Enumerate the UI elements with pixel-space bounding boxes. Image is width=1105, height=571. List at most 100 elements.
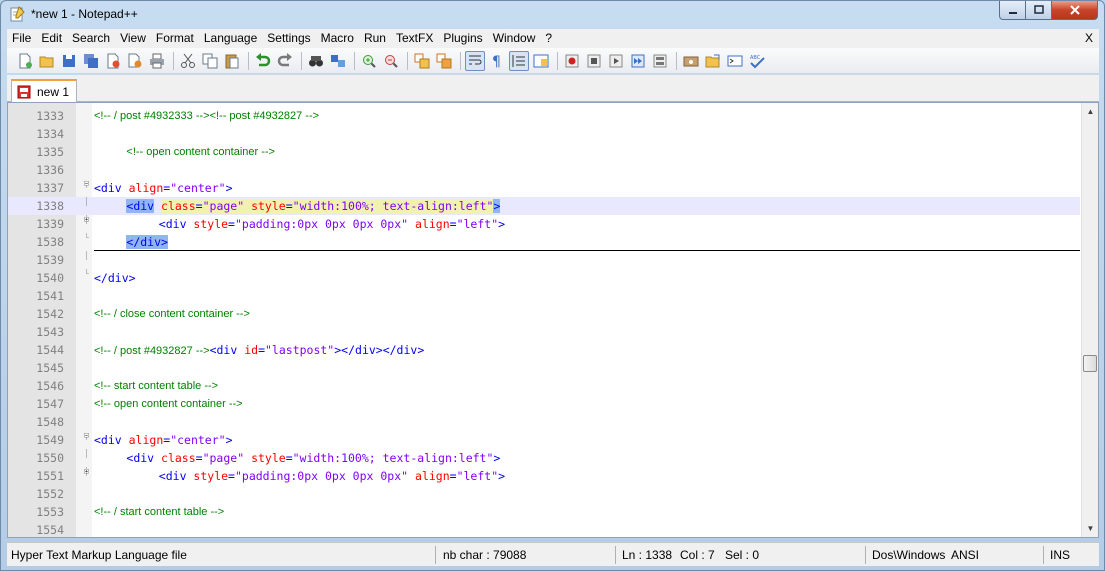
spell-check-button[interactable]: ABC [747, 51, 767, 71]
tool-button-2[interactable] [703, 51, 723, 71]
close-file-button[interactable] [103, 51, 123, 71]
code-line[interactable]: 1333 <!-- / post #4932333 --><!-- post #4… [8, 107, 1080, 125]
fold-expand-icon[interactable] [82, 467, 91, 476]
maximize-button[interactable] [1026, 1, 1052, 20]
minimize-icon [1008, 12, 1017, 14]
undo-button[interactable] [253, 51, 273, 71]
find-button[interactable] [306, 51, 326, 71]
macro-stop-button[interactable] [584, 51, 604, 71]
code-line[interactable]: 1552 [8, 485, 1080, 503]
code-line[interactable]: 1337 <div align="center"> [8, 179, 1080, 197]
zoom-in-button[interactable] [359, 51, 379, 71]
open-file-button[interactable] [37, 51, 57, 71]
document-map-button[interactable] [531, 51, 551, 71]
status-bar: Hyper Text Markup Language file nb char … [7, 542, 1099, 566]
cut-button[interactable] [178, 51, 198, 71]
zoom-out-icon [385, 54, 398, 68]
scroll-up-button[interactable]: ▲ [1082, 103, 1098, 120]
code-line[interactable]: 1334 [8, 125, 1080, 143]
indent-guide-button[interactable] [509, 50, 529, 71]
paste-button[interactable] [222, 51, 242, 71]
code-line[interactable]: 1550 <div class="page" style="width:100%;… [8, 449, 1080, 467]
code-token: "left" [456, 217, 499, 231]
menu-help[interactable]: ? [540, 29, 557, 48]
menu-macro[interactable]: Macro [316, 29, 359, 48]
close-document-button[interactable]: X [1085, 29, 1093, 48]
word-wrap-button[interactable] [465, 50, 485, 71]
scrollbar-thumb[interactable] [1083, 355, 1097, 372]
menu-window[interactable]: Window [488, 29, 541, 48]
scroll-down-button[interactable]: ▼ [1082, 520, 1098, 537]
code-line[interactable]: 1547 <!-- open content container --> [8, 395, 1080, 413]
sync-horizontal-button[interactable] [434, 51, 454, 71]
menu-plugins[interactable]: Plugins [438, 29, 487, 48]
title-bar[interactable]: *new 1 - Notepad++ [1, 1, 1104, 29]
vertical-scrollbar[interactable]: ▲ ▼ [1081, 103, 1098, 537]
close-all-button[interactable] [125, 51, 145, 71]
code-line[interactable]: 1545 [8, 359, 1080, 377]
code-line[interactable]: 1538 </div> [8, 233, 1080, 251]
code-line[interactable]: 1338 <div class="page" style="width:100%;… [8, 197, 1080, 215]
toolbar-separator [301, 51, 302, 70]
code-line[interactable]: 1546 <!-- start content table --> [8, 377, 1080, 395]
tab-new-1[interactable]: new 1 [11, 79, 77, 102]
console-button[interactable] [725, 51, 745, 71]
menu-search[interactable]: Search [67, 29, 115, 48]
code-line[interactable]: 1549 <div align="center"> [8, 431, 1080, 449]
code-line[interactable]: 1539 [8, 251, 1080, 269]
fold-collapse-icon[interactable] [82, 179, 91, 188]
fold-expand-icon[interactable] [82, 215, 91, 224]
new-file-button[interactable] [15, 51, 35, 71]
code-line[interactable]: 1339 <div style="padding:0px 0px 0px 0px"… [8, 215, 1080, 233]
menu-edit[interactable]: Edit [36, 29, 67, 48]
code-line[interactable]: 1548 [8, 413, 1080, 431]
code-line[interactable]: 1551 <div style="padding:0px 0px 0px 0px"… [8, 467, 1080, 485]
line-number: 1338 [36, 199, 64, 213]
minimize-button[interactable] [999, 1, 1026, 20]
line-number: 1552 [36, 487, 64, 501]
code-line[interactable]: 1542 <!-- / close content container --> [8, 305, 1080, 323]
menu-run[interactable]: Run [359, 29, 391, 48]
menu-file[interactable]: File [7, 29, 36, 48]
code-line[interactable]: 1541 [8, 287, 1080, 305]
macro-save-button[interactable] [650, 51, 670, 71]
sync-vertical-button[interactable] [412, 51, 432, 71]
code-line[interactable]: 1335 <!-- open content container --> [8, 143, 1080, 161]
show-all-characters-button[interactable]: ¶ [487, 51, 507, 71]
code-line[interactable]: 1554 [8, 521, 1080, 537]
macro-save-icon [653, 54, 667, 67]
toolbar-separator [248, 51, 249, 70]
replace-button[interactable] [328, 51, 348, 71]
save-all-button[interactable] [81, 51, 101, 71]
code-line[interactable]: 1336 [8, 161, 1080, 179]
zoom-out-button[interactable] [381, 51, 401, 71]
code-editor[interactable]: 1333 <!-- / post #4932333 --><!-- post #4… [7, 102, 1099, 538]
tool-button-1[interactable] [681, 51, 701, 71]
menu-settings[interactable]: Settings [262, 29, 315, 48]
copy-button[interactable] [200, 51, 220, 71]
line-text: <div align="center"> [94, 179, 233, 197]
redo-button[interactable] [275, 51, 295, 71]
macro-run-multiple-button[interactable] [628, 51, 648, 71]
code-line[interactable]: 1543 [8, 323, 1080, 341]
menu-textfx[interactable]: TextFX [391, 29, 438, 48]
save-button[interactable] [59, 51, 79, 71]
code-line[interactable]: 1544 <!-- / post #4932827 --><div id="las… [8, 341, 1080, 359]
code-token: <div [126, 451, 162, 465]
scissors-icon [181, 53, 195, 68]
menu-format[interactable]: Format [151, 29, 199, 48]
menu-view[interactable]: View [115, 29, 151, 48]
code-token: <!-- open content container --> [94, 398, 243, 410]
close-button[interactable] [1052, 1, 1098, 20]
fold-collapse-icon[interactable] [82, 431, 91, 440]
code-line[interactable]: 1553 <!-- / start content table --> [8, 503, 1080, 521]
line-text: <div style="padding:0px 0px 0px 0px" ali… [159, 467, 505, 485]
macro-record-button[interactable] [562, 51, 582, 71]
macro-play-button[interactable] [606, 51, 626, 71]
status-insert-mode: INS [1050, 548, 1071, 562]
code-line[interactable]: 1540 </div> [8, 269, 1080, 287]
menu-language[interactable]: Language [199, 29, 262, 48]
print-button[interactable] [147, 51, 167, 71]
window-controls [999, 1, 1098, 21]
